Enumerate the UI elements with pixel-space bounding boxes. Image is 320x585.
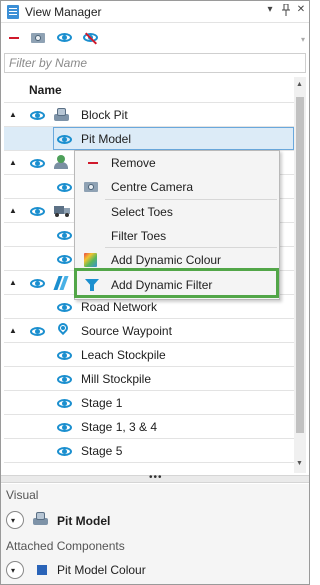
tree-row-selected[interactable]: Pit Model: [4, 127, 294, 151]
eye-icon[interactable]: [57, 423, 72, 432]
collapse-icon[interactable]: ▲: [9, 110, 17, 119]
tree-row[interactable]: ▲ Source Waypoint: [4, 319, 294, 343]
tree-row[interactable]: Stage 1: [4, 391, 294, 415]
chevron-down-icon: ▾: [11, 516, 16, 525]
eye-icon[interactable]: [57, 231, 72, 240]
tree-row-label: Stage 5: [81, 444, 123, 458]
tree-row[interactable]: Mill Stockpile: [4, 367, 294, 391]
scroll-down-icon[interactable]: ▼: [296, 460, 303, 467]
pit-icon: [54, 108, 69, 121]
chevron-down-icon: ▾: [11, 566, 16, 575]
eye-icon[interactable]: [30, 327, 45, 336]
road-icon: [53, 276, 69, 290]
pit-icon: [33, 512, 48, 525]
eye-icon[interactable]: [57, 399, 72, 408]
menu-item-remove[interactable]: Remove: [75, 151, 279, 175]
tree-row-label: Leach Stockpile: [81, 348, 166, 362]
column-header[interactable]: Name: [4, 77, 294, 103]
camera-icon: [84, 182, 98, 192]
eye-icon[interactable]: [57, 303, 72, 312]
remove-button[interactable]: [5, 29, 25, 47]
collapse-icon[interactable]: ▲: [9, 278, 17, 287]
window-title: View Manager: [25, 5, 102, 19]
close-button[interactable]: ✕: [294, 4, 308, 15]
minus-icon: [9, 37, 19, 39]
eye-icon[interactable]: [57, 447, 72, 456]
filter-input[interactable]: [5, 54, 305, 72]
toolbar: ▾: [1, 25, 309, 51]
scroll-up-icon[interactable]: ▲: [296, 81, 303, 88]
filter-box: [4, 53, 306, 73]
menu-item-label: Select Toes: [111, 205, 173, 219]
view-manager-icon: [7, 5, 19, 19]
collapse-icon[interactable]: ▲: [9, 158, 17, 167]
camera-icon: [31, 33, 45, 43]
menu-item-label: Add Dynamic Colour: [111, 253, 222, 267]
hide-button[interactable]: [81, 29, 101, 47]
eye-icon[interactable]: [30, 279, 45, 288]
truck-icon: [54, 204, 70, 217]
tree-row-label: Mill Stockpile: [81, 372, 152, 386]
show-button[interactable]: [55, 29, 75, 47]
menu-item-centre-camera[interactable]: Centre Camera: [75, 175, 279, 199]
tree-row-label: Source Waypoint: [81, 324, 172, 338]
menu-item-label: Add Dynamic Filter: [111, 278, 213, 292]
visual-section-label: Visual: [6, 488, 39, 502]
pin-icon[interactable]: [279, 3, 293, 19]
centre-camera-button[interactable]: [29, 29, 49, 47]
tree-row-label: Road Network: [81, 300, 158, 314]
menu-item-filter-toes[interactable]: Filter Toes: [75, 224, 279, 248]
expand-visual-button[interactable]: ▾: [6, 511, 24, 529]
colour-icon: [84, 253, 97, 267]
window-menu-button[interactable]: ▾: [263, 4, 277, 15]
person-icon: [54, 155, 68, 170]
menu-item-add-dynamic-filter[interactable]: Add Dynamic Filter: [75, 273, 279, 297]
eye-icon[interactable]: [30, 159, 45, 168]
visual-item-name: Pit Model: [57, 514, 111, 528]
vertical-scrollbar[interactable]: ▲ ▼: [294, 77, 306, 473]
eye-icon: [57, 33, 72, 42]
menu-item-select-toes[interactable]: Select Toes: [75, 200, 279, 224]
colour-swatch-icon: [37, 565, 47, 575]
view-manager-window: View Manager ▾ ✕ ▾ Name ▲: [0, 0, 310, 585]
eye-icon[interactable]: [30, 207, 45, 216]
tree-row-label: Pit Model: [81, 132, 132, 146]
attached-item-name: Pit Model Colour: [57, 563, 146, 577]
tree-row-label: Stage 1, 3 & 4: [81, 420, 158, 434]
tree-row-label: Block Pit: [81, 108, 128, 122]
tree-row[interactable]: Leach Stockpile: [4, 343, 294, 367]
tree-row[interactable]: ▲ Block Pit: [4, 103, 294, 127]
collapse-icon[interactable]: ▲: [9, 326, 17, 335]
attached-section-label: Attached Components: [6, 539, 125, 553]
properties-panel: Visual ▾ Pit Model Attached Components ▾…: [1, 484, 309, 584]
column-header-name: Name: [29, 83, 62, 97]
menu-item-label: Filter Toes: [111, 229, 167, 243]
eye-off-icon: [83, 33, 98, 42]
menu-item-label: Centre Camera: [111, 180, 194, 194]
title-bar: View Manager ▾ ✕: [1, 1, 309, 23]
menu-item-add-dynamic-colour[interactable]: Add Dynamic Colour: [75, 248, 279, 272]
splitter-grip[interactable]: •••: [149, 472, 163, 483]
eye-icon[interactable]: [57, 351, 72, 360]
filter-icon: [85, 279, 99, 291]
tree-row[interactable]: Stage 5: [4, 439, 294, 463]
eye-icon[interactable]: [57, 183, 72, 192]
scroll-thumb[interactable]: [296, 97, 304, 433]
eye-icon[interactable]: [57, 135, 72, 144]
panel-splitter[interactable]: •••: [1, 472, 309, 483]
tree-row-label: Stage 1: [81, 396, 123, 410]
minus-icon: [88, 162, 98, 164]
eye-icon[interactable]: [57, 255, 72, 264]
toolbar-overflow-icon[interactable]: ▾: [301, 35, 305, 44]
eye-icon[interactable]: [30, 111, 45, 120]
tree-row[interactable]: Stage 1, 3 & 4: [4, 415, 294, 439]
expand-attached-button[interactable]: ▾: [6, 561, 24, 579]
collapse-icon[interactable]: ▲: [9, 206, 17, 215]
menu-item-label: Remove: [111, 156, 156, 170]
eye-icon[interactable]: [57, 375, 72, 384]
pin-icon: [55, 320, 71, 338]
context-menu: Remove Centre Camera Select Toes Filter …: [74, 150, 280, 300]
